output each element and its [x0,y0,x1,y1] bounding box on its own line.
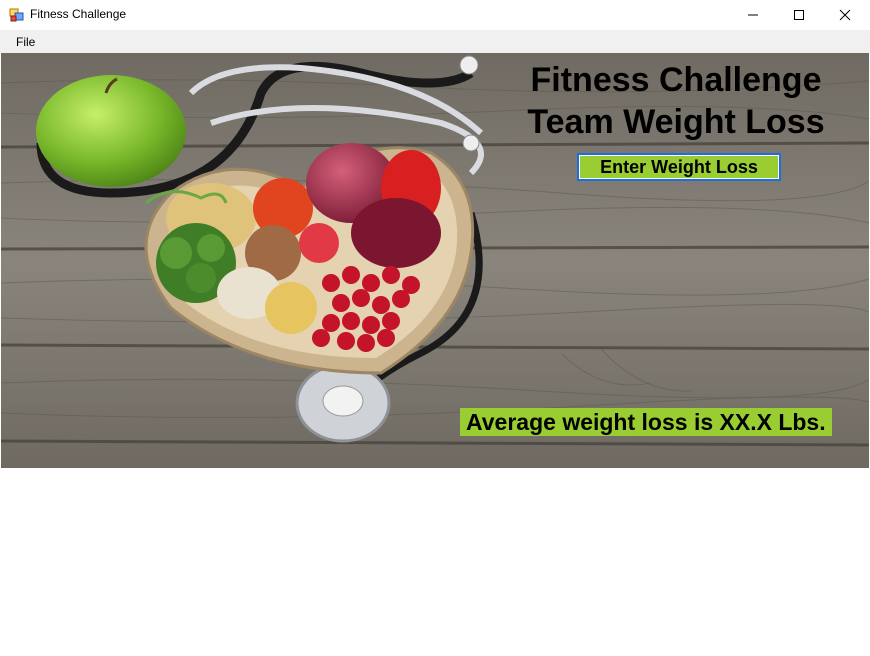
close-button[interactable] [822,0,868,30]
headline-line-2: Team Weight Loss [527,103,825,141]
app-icon [9,7,25,23]
background-picture: Fitness Challenge Team Weight Loss Enter… [1,53,869,468]
close-icon [839,9,851,21]
headline: Fitness Challenge Team Weight Loss [491,59,861,143]
average-weight-loss-label: Average weight loss is XX.X Lbs. [460,408,832,436]
window-title: Fitness Challenge [30,7,127,21]
menu-bar: File [0,30,870,53]
enter-weight-loss-button[interactable]: Enter Weight Loss [577,153,781,181]
maximize-button[interactable] [776,0,822,30]
menu-item-file[interactable]: File [9,33,42,51]
title-bar: Fitness Challenge [0,0,870,30]
minimize-icon [748,14,758,16]
minimize-button[interactable] [730,0,776,30]
headline-line-1: Fitness Challenge [530,61,822,99]
maximize-icon [794,10,804,20]
